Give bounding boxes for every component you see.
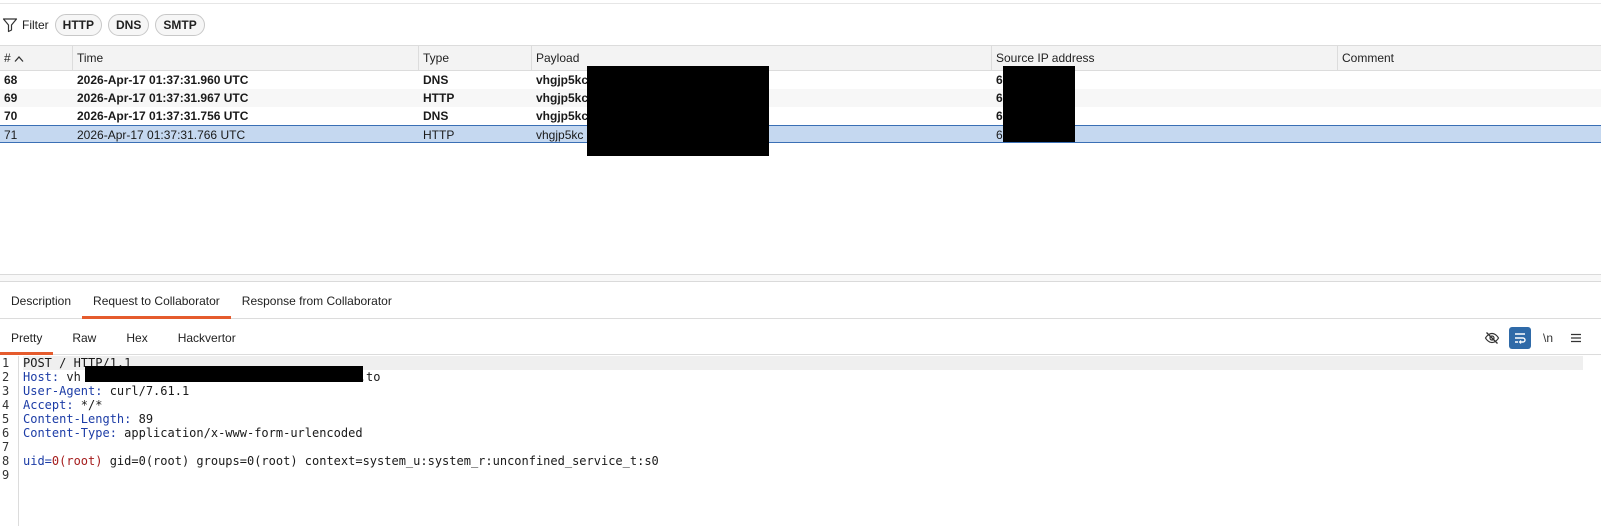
line-number: 8: [2, 454, 10, 468]
table-row[interactable]: 69 2026-Apr-17 01:37:31.967 UTC HTTP vhg…: [0, 89, 1601, 107]
tab-description[interactable]: Description: [0, 285, 82, 319]
cell-type: HTTP: [423, 91, 455, 105]
line-number: 7: [2, 440, 10, 454]
tab-hex[interactable]: Hex: [115, 321, 158, 355]
cell-number: 71: [4, 128, 18, 142]
cell-time: 2026-Apr-17 01:37:31.960 UTC: [77, 73, 249, 87]
header-accept: Accept: */*: [23, 398, 103, 412]
menu-icon[interactable]: [1565, 327, 1587, 349]
tab-raw[interactable]: Raw: [61, 321, 107, 355]
line-number: 9: [2, 468, 10, 482]
request-editor[interactable]: 1 2 3 4 5 6 7 8 9 POST / HTTP/1.1 Host: …: [0, 356, 1601, 526]
request-body: uid=0(root) gid=0(root) groups=0(root) c…: [23, 454, 659, 468]
redaction-block-payload: [587, 66, 769, 156]
line-number: 6: [2, 426, 10, 440]
wrap-icon[interactable]: [1509, 327, 1531, 349]
pane-splitter[interactable]: [0, 274, 1601, 282]
cell-time: 2026-Apr-17 01:37:31.967 UTC: [77, 91, 249, 105]
interactions-table: # Time Type Payload Source IP address Co…: [0, 45, 1601, 270]
line-number-gutter: 1 2 3 4 5 6 7 8 9: [0, 356, 19, 526]
cell-type: HTTP: [423, 128, 455, 142]
tab-pretty[interactable]: Pretty: [0, 321, 54, 355]
table-row[interactable]: 68 2026-Apr-17 01:37:31.960 UTC DNS vhgj…: [0, 71, 1601, 89]
filter-icon[interactable]: [2, 17, 18, 33]
cell-comment: [1338, 107, 1601, 125]
sort-ascending-icon: [14, 47, 24, 71]
cell-type: DNS: [423, 109, 449, 123]
tab-response-from-collaborator[interactable]: Response from Collaborator: [231, 285, 403, 319]
cell-time: 2026-Apr-17 01:37:31.756 UTC: [77, 109, 249, 123]
editor-toolbar: \n: [1475, 321, 1587, 355]
cell-type: DNS: [423, 73, 449, 87]
filter-bar: Filter HTTP DNS SMTP: [0, 3, 1601, 45]
header-content-length: Content-Length: 89: [23, 412, 154, 426]
cell-comment: [1338, 126, 1601, 144]
cell-comment: [1338, 89, 1601, 107]
redaction-block-source-ip: [1003, 66, 1075, 142]
column-header-comment[interactable]: Comment: [1338, 46, 1601, 70]
filter-chip-http[interactable]: HTTP: [54, 13, 103, 36]
column-header-time[interactable]: Time: [73, 46, 419, 70]
tab-request-to-collaborator[interactable]: Request to Collaborator: [82, 285, 231, 319]
hide-icon[interactable]: [1481, 327, 1503, 349]
line-number: 3: [2, 384, 10, 398]
detail-tabs: Description Request to Collaborator Resp…: [0, 285, 1601, 319]
redaction-block-host: [85, 366, 363, 382]
cell-number: 70: [4, 109, 18, 123]
cell-number: 69: [4, 91, 18, 105]
cell-time: 2026-Apr-17 01:37:31.766 UTC: [77, 128, 246, 142]
cell-comment: [1338, 71, 1601, 89]
line-number: 1: [2, 356, 10, 370]
table-row-selected[interactable]: 71 2026-Apr-17 01:37:31.766 UTC HTTP vhg…: [0, 125, 1601, 143]
column-header-number[interactable]: #: [0, 46, 73, 70]
code-area[interactable]: POST / HTTP/1.1 Host: vh .to User-Agent: …: [23, 356, 1583, 482]
filter-label: Filter: [22, 17, 49, 32]
tab-hackvertor[interactable]: Hackvertor: [167, 321, 247, 355]
newline-icon[interactable]: \n: [1537, 327, 1559, 349]
table-row[interactable]: 70 2026-Apr-17 01:37:31.756 UTC DNS vhgj…: [0, 107, 1601, 125]
filter-chip-dns[interactable]: DNS: [108, 13, 150, 36]
table-body: 68 2026-Apr-17 01:37:31.960 UTC DNS vhgj…: [0, 66, 1601, 156]
header-content-type: Content-Type: application/x-www-form-url…: [23, 426, 363, 440]
line-number: 4: [2, 398, 10, 412]
line-number: 5: [2, 412, 10, 426]
table-header: # Time Type Payload Source IP address Co…: [0, 45, 1601, 71]
column-header-type[interactable]: Type: [419, 46, 532, 70]
view-tabs: Pretty Raw Hex Hackvertor \n: [0, 321, 1601, 355]
cell-number: 68: [4, 73, 18, 87]
header-user-agent: User-Agent: curl/7.61.1: [23, 384, 190, 398]
filter-chip-smtp[interactable]: SMTP: [155, 13, 205, 36]
line-number: 2: [2, 370, 10, 384]
